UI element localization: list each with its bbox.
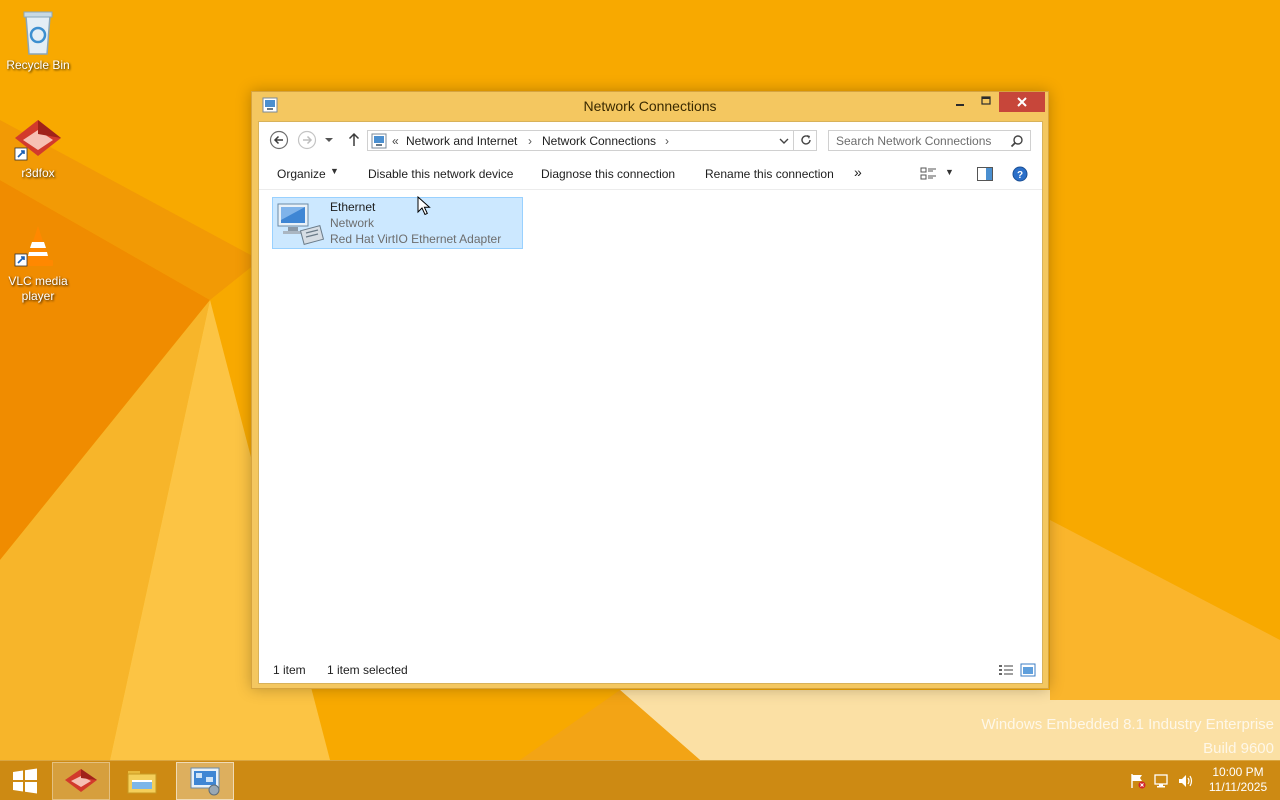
address-history-dropdown[interactable]: [776, 133, 792, 149]
clock-time: 10:00 PM: [1212, 765, 1264, 779]
network-tray-icon[interactable]: [1153, 773, 1171, 789]
address-bar[interactable]: « Network and Internet › Network Connect…: [367, 130, 817, 151]
action-center-flag-icon[interactable]: [1129, 773, 1147, 789]
back-arrow-icon: [269, 130, 289, 150]
start-button[interactable]: [0, 762, 50, 800]
refresh-icon: [800, 135, 811, 145]
clock-date: 11/11/2025: [1208, 780, 1268, 794]
desktop-icon-r3dfox[interactable]: r3dfox: [0, 118, 76, 181]
up-arrow-icon: [348, 132, 360, 146]
address-overflow-chevron[interactable]: «: [392, 134, 399, 148]
taskbar-network-connections-button[interactable]: [176, 762, 234, 800]
chevron-down-icon: [325, 138, 333, 142]
desktop-icon-vlc[interactable]: VLC media player: [0, 224, 76, 304]
windows-build-watermark: Build 9600: [1203, 740, 1274, 757]
breadcrumb-network-and-internet[interactable]: Network and Internet: [406, 134, 517, 148]
maximize-icon: [981, 96, 991, 105]
recent-locations-button[interactable]: [323, 130, 335, 150]
diagnose-connection-button[interactable]: Diagnose this connection: [541, 167, 675, 181]
desktop-icon-recycle-bin[interactable]: Recycle Bin: [0, 8, 76, 73]
back-button[interactable]: [269, 130, 289, 150]
maximize-button[interactable]: [973, 92, 999, 112]
search-box[interactable]: [828, 130, 1031, 151]
large-icons-view-button[interactable]: [1020, 663, 1036, 677]
window-client-area: « Network and Internet › Network Connect…: [258, 121, 1043, 684]
taskbar-r3dfox-button[interactable]: [52, 762, 110, 800]
details-view-button[interactable]: [998, 663, 1014, 677]
help-icon: ?: [1012, 166, 1028, 182]
up-button[interactable]: [344, 130, 364, 150]
window-title: Network Connections: [583, 98, 717, 114]
mouse-pointer-icon: [417, 196, 431, 216]
view-options-icon: [920, 167, 936, 180]
organize-menu-button[interactable]: Organize: [277, 167, 326, 181]
command-bar: Organize ▼ Disable this network device D…: [259, 158, 1042, 190]
preview-pane-icon: [977, 167, 993, 181]
file-explorer-folder-icon: [127, 771, 157, 794]
selected-count: 1 item selected: [327, 663, 408, 677]
network-connections-window: Network Connections « Network and Intern…: [251, 91, 1049, 689]
vlc-cone-icon: [14, 226, 53, 267]
volume-tray-icon[interactable]: [1177, 773, 1195, 789]
rename-connection-button[interactable]: Rename this connection: [705, 167, 834, 181]
breadcrumb-separator[interactable]: ›: [528, 134, 532, 148]
taskbar-clock[interactable]: 10:00 PM 11/11/2025: [1202, 765, 1274, 795]
refresh-button[interactable]: [793, 131, 817, 150]
desktop-icon-label: r3dfox: [21, 166, 55, 180]
speaker-icon: [1179, 775, 1193, 787]
network-status-icon: [1154, 774, 1168, 788]
search-icon: [1010, 135, 1023, 148]
minimize-icon: [956, 104, 964, 106]
navigation-row: « Network and Internet › Network Connect…: [259, 122, 1042, 158]
breadcrumb-network-connections[interactable]: Network Connections: [542, 134, 656, 148]
search-input[interactable]: [829, 131, 1009, 150]
r3dfox-icon: [14, 120, 61, 161]
taskbar: 10:00 PM 11/11/2025: [0, 760, 1280, 800]
status-bar: 1 item 1 item selected: [259, 657, 1042, 683]
breadcrumb-separator[interactable]: ›: [665, 134, 669, 148]
windows-logo-icon: [13, 768, 37, 794]
minimize-button[interactable]: [947, 92, 973, 112]
window-titlebar[interactable]: Network Connections: [252, 92, 1048, 121]
chevron-down-icon: [779, 138, 789, 144]
taskbar-file-explorer-button[interactable]: [113, 762, 171, 800]
close-button[interactable]: [999, 92, 1045, 112]
connection-name: Ethernet: [330, 200, 376, 214]
more-commands-button[interactable]: »: [854, 164, 862, 180]
view-options-dropdown-icon[interactable]: ▼: [945, 167, 954, 177]
network-connections-icon: [190, 767, 220, 796]
connection-adapter: Red Hat VirtIO Ethernet Adapter: [330, 232, 502, 246]
details-view-icon: [999, 665, 1013, 675]
connection-item-ethernet[interactable]: Ethernet Network Red Hat VirtIO Ethernet…: [272, 197, 523, 249]
large-icons-view-icon: [1020, 663, 1036, 677]
action-center-flag-icon-graphic: [1131, 774, 1146, 789]
svg-text:?: ?: [1017, 170, 1023, 181]
close-icon: [1017, 97, 1027, 107]
forward-button[interactable]: [297, 130, 317, 150]
disable-network-device-button[interactable]: Disable this network device: [368, 167, 513, 181]
connection-status: Network: [330, 216, 375, 230]
windows-edition-watermark: Windows Embedded 8.1 Industry Enterprise: [981, 716, 1274, 733]
desktop-icon-label: VLC media player: [8, 274, 68, 303]
organize-dropdown-icon[interactable]: ▼: [330, 166, 339, 176]
preview-pane-button[interactable]: [976, 166, 994, 182]
forward-arrow-icon: [297, 130, 317, 150]
item-count: 1 item: [273, 663, 306, 677]
desktop-icon-label: Recycle Bin: [6, 58, 70, 72]
change-view-button[interactable]: [920, 166, 938, 182]
help-button[interactable]: ?: [1012, 166, 1028, 182]
connections-list[interactable]: Ethernet Network Red Hat VirtIO Ethernet…: [259, 190, 1042, 657]
network-folder-icon: [371, 133, 387, 149]
r3dfox-icon: [65, 769, 97, 792]
recycle-bin-icon: [23, 11, 53, 55]
network-adapter-icon: [277, 203, 324, 245]
